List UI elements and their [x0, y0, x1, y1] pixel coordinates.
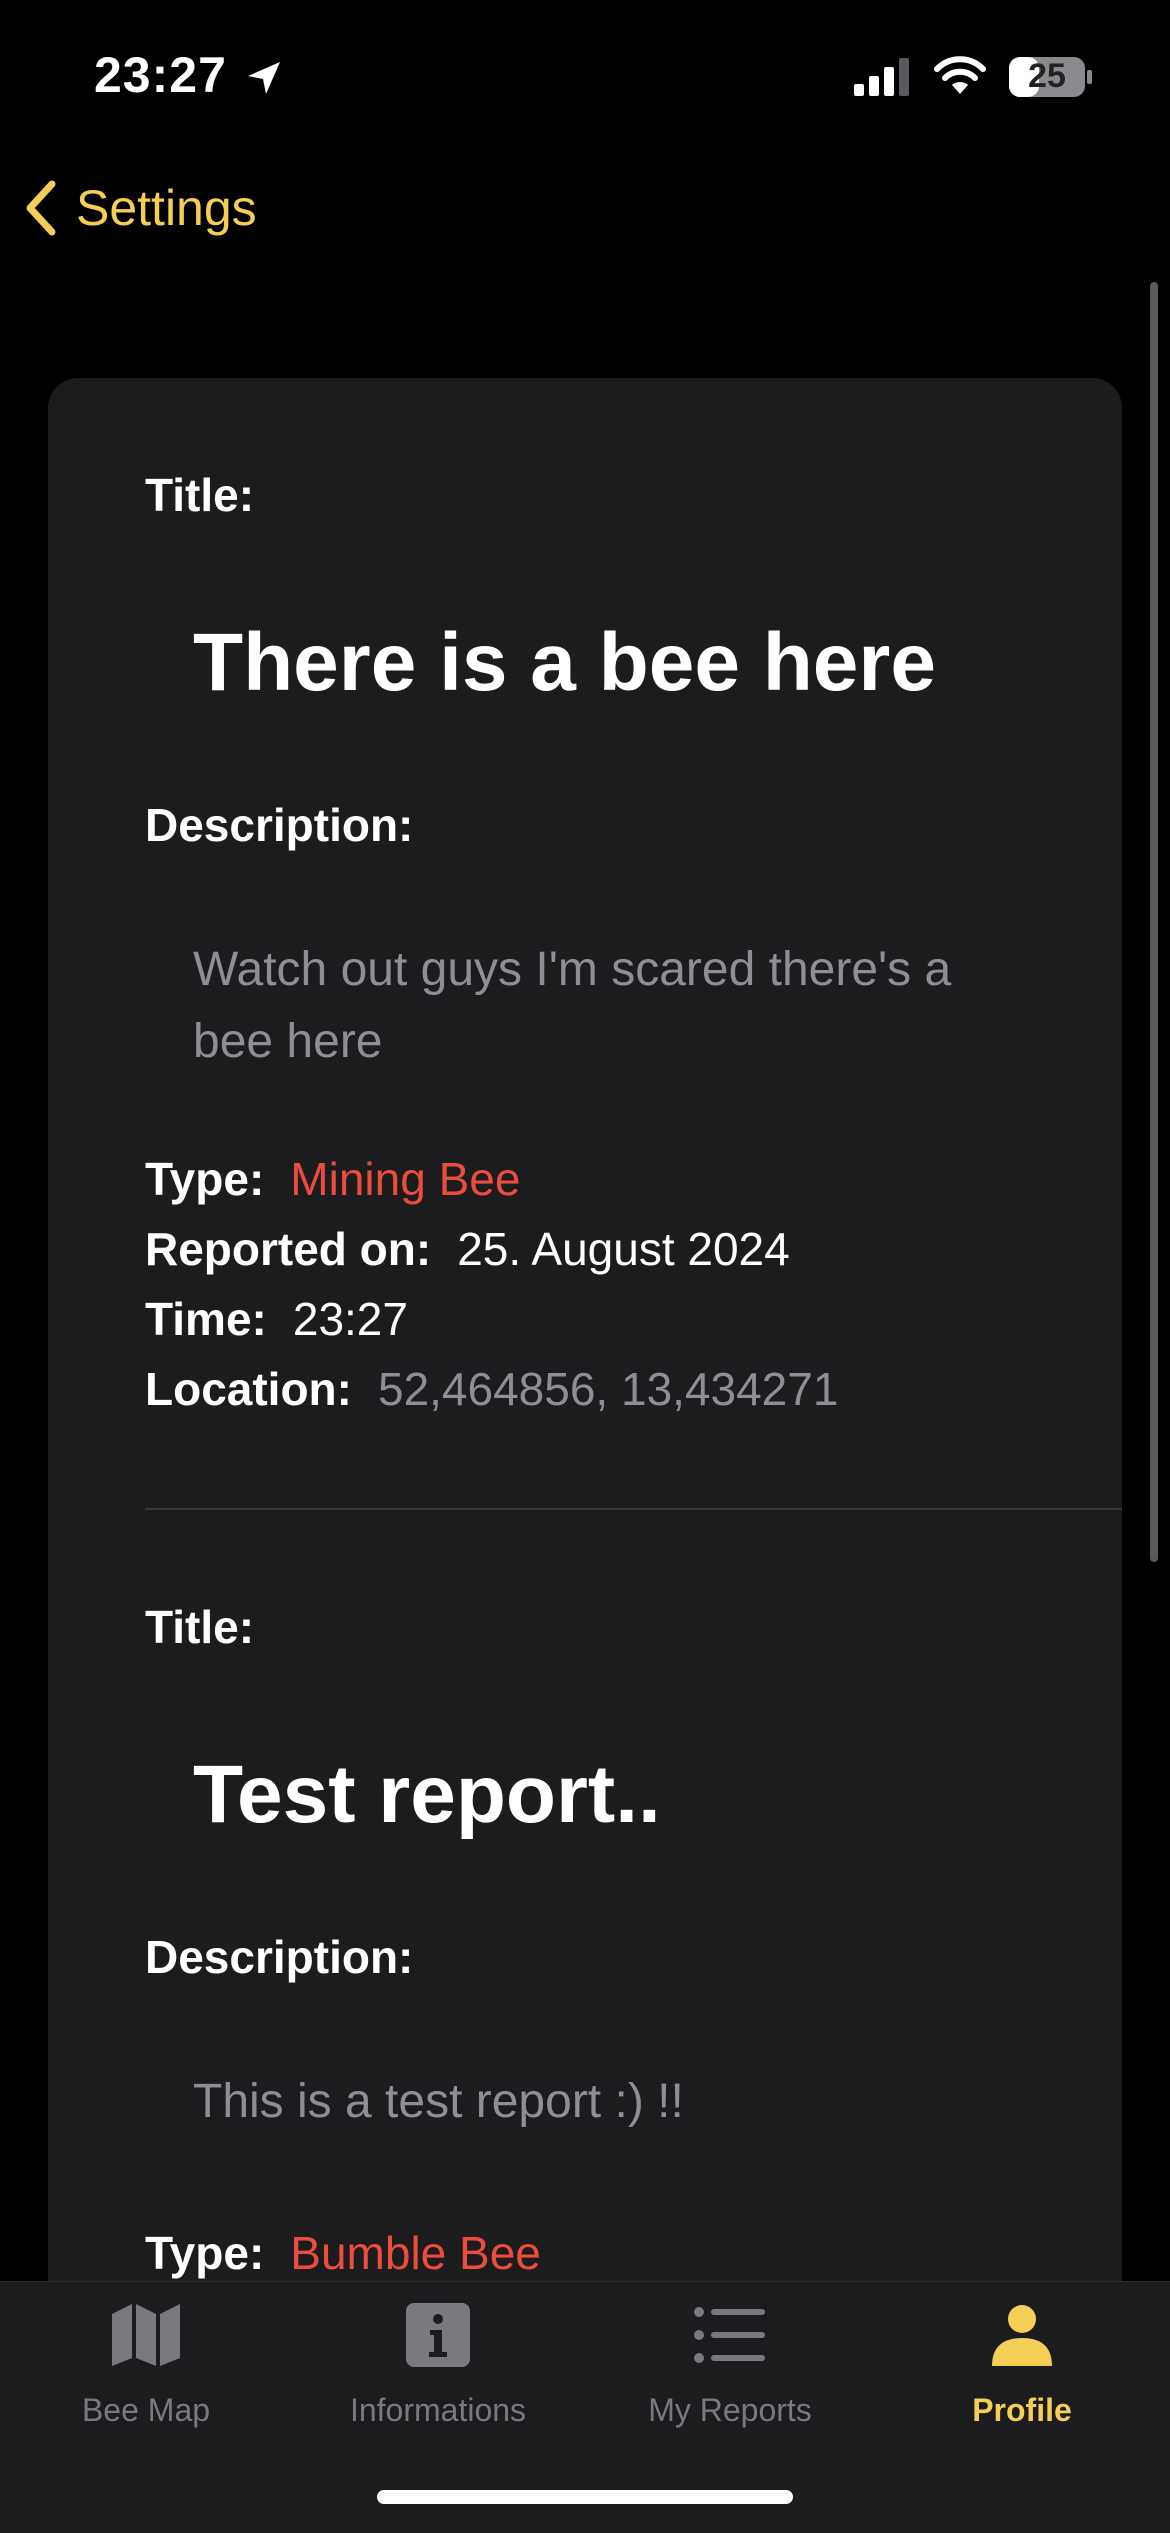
status-time: 23:27: [94, 47, 227, 103]
time-label: Time:: [145, 1293, 267, 1345]
tab-profile[interactable]: Profile: [876, 2282, 1168, 2452]
time-value: 23:27: [292, 1293, 408, 1345]
tab-label: My Reports: [648, 2392, 812, 2428]
divider: [145, 1508, 1122, 1510]
tab-my-reports[interactable]: My Reports: [584, 2282, 876, 2452]
list-icon: [694, 2307, 765, 2363]
report-title: There is a bee here: [193, 617, 936, 708]
type-row: Type: Bumble Bee: [145, 2226, 541, 2280]
tab-label: Bee Map: [81, 2392, 211, 2428]
report-title: Test report..: [193, 1749, 661, 1840]
back-button[interactable]: Settings: [24, 170, 257, 246]
home-indicator[interactable]: [377, 2490, 793, 2504]
reported-value: 25. August 2024: [457, 1223, 790, 1275]
location-label: Location:: [145, 1363, 352, 1415]
title-label: Title:: [145, 1601, 255, 1653]
battery-level: 25: [1028, 57, 1066, 95]
tab-bee-map[interactable]: Bee Map: [0, 2282, 292, 2452]
status-bar: 23:27 25: [0, 0, 1170, 150]
person-icon: [992, 2305, 1052, 2366]
scroll-indicator[interactable]: [1150, 282, 1158, 1562]
reported-row: Reported on: 25. August 2024: [145, 1222, 790, 1276]
info-icon: [406, 2303, 470, 2367]
type-row: Type: Mining Bee: [145, 1152, 520, 1206]
description-label: Description:: [145, 1931, 414, 1983]
tab-informations[interactable]: Informations: [292, 2282, 584, 2452]
type-label: Type:: [145, 1153, 265, 1205]
reports-card: Title: There is a bee here Description: …: [48, 378, 1122, 2378]
type-label: Type:: [145, 2227, 265, 2279]
location-row: Location: 52,464856, 13,434271: [145, 1362, 838, 1416]
type-value: Bumble Bee: [290, 2227, 541, 2279]
location-arrow-icon: [248, 62, 280, 94]
time-row: Time: 23:27: [145, 1292, 408, 1346]
back-button-label: Settings: [76, 180, 257, 236]
map-icon: [112, 2304, 180, 2366]
type-value: Mining Bee: [290, 1153, 521, 1205]
report-description: Watch out guys I'm scared there's a bee …: [193, 943, 952, 1068]
tab-label: Profile: [972, 2392, 1072, 2428]
reported-label: Reported on:: [145, 1223, 432, 1275]
location-value: 52,464856, 13,434271: [377, 1363, 839, 1415]
chevron-left-icon: [26, 180, 56, 236]
cellular-signal-icon: [854, 58, 909, 96]
wifi-icon: [934, 56, 986, 94]
description-label: Description:: [145, 799, 414, 851]
report-description: This is a test report :) !!: [193, 2075, 684, 2128]
title-label: Title:: [145, 469, 255, 521]
tab-label: Informations: [349, 2392, 527, 2428]
